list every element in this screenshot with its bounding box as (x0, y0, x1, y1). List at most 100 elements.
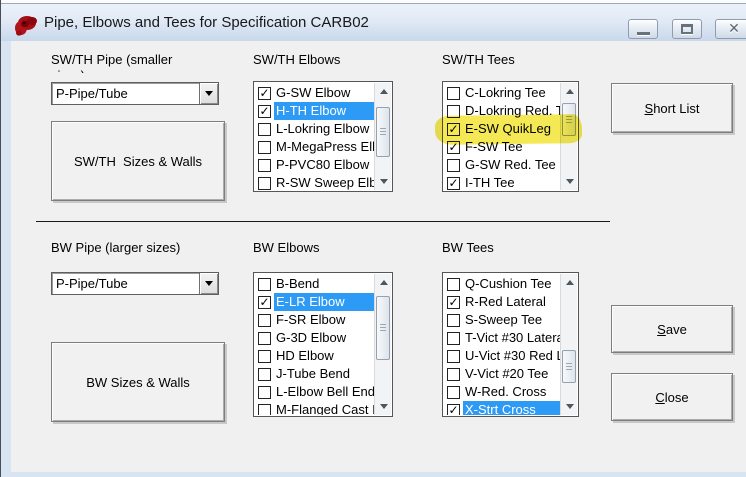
list-item[interactable]: Q-Cushion Tee (444, 275, 560, 293)
close-button[interactable]: ✕ (715, 19, 746, 39)
list-item[interactable]: ✓ H-TH Elbow (255, 102, 374, 120)
scroll-up-button[interactable] (375, 83, 392, 100)
list-item[interactable]: F-SR Elbow (255, 311, 374, 329)
chevron-down-icon (205, 281, 213, 286)
list-item[interactable]: ✓ X-Strt Cross (444, 401, 560, 415)
bw-elbows-listbox[interactable]: B-Bend ✓ E-LR Elbow F-SR Elbow G-3D Elbow HD … (253, 272, 393, 417)
checkbox-checked-icon[interactable]: ✓ (258, 295, 271, 309)
list-item[interactable]: ✓ I-TH Tee (444, 174, 560, 190)
list-item[interactable]: V-Vict #20 Tee (444, 365, 560, 383)
list-item[interactable]: G-3D Elbow (255, 329, 374, 347)
list-item-label: B-Bend (276, 276, 320, 291)
scrollbar-grip-icon (380, 324, 386, 332)
checkbox-unchecked-icon[interactable] (447, 367, 460, 381)
list-item[interactable]: ✓ G-SW Elbow (255, 84, 374, 102)
checkbox-unchecked-icon[interactable] (258, 140, 271, 154)
list-item[interactable]: P-PVC80 Elbow (255, 156, 374, 174)
scrollbar-grip-icon (566, 362, 572, 371)
sw-elbows-listbox[interactable]: ✓ G-SW Elbow ✓ H-TH Elbow L-Lokring Elbow M-M… (253, 81, 393, 192)
list-item[interactable]: U-Vict #30 Red L (444, 347, 560, 365)
scroll-up-button[interactable] (561, 274, 578, 291)
list-item[interactable]: ✓ E-LR Elbow (255, 293, 374, 311)
list-item[interactable]: S-Sweep Tee (444, 311, 560, 329)
checkbox-unchecked-icon[interactable] (447, 86, 460, 100)
save-button[interactable]: Save (611, 305, 733, 353)
bw-tees-label: BW Tees (442, 240, 494, 255)
list-item-label: J-Tube Bend (276, 366, 350, 381)
list-item[interactable]: T-Vict #30 Latera (444, 329, 560, 347)
list-item[interactable]: HD Elbow (255, 347, 374, 365)
checkbox-checked-icon[interactable]: ✓ (258, 86, 271, 100)
minimize-button[interactable] (628, 19, 658, 39)
scroll-down-button[interactable] (561, 173, 578, 190)
list-item-label: R-SW Sweep Elb (276, 175, 374, 190)
maximize-icon (681, 24, 693, 34)
sw-tees-label: SW/TH Tees (442, 52, 515, 67)
checkbox-unchecked-icon[interactable] (258, 367, 271, 381)
checkbox-unchecked-icon[interactable] (258, 158, 271, 172)
checkbox-unchecked-icon[interactable] (447, 158, 460, 172)
sw-pipe-combobox[interactable]: P-Pipe/Tube (51, 82, 219, 105)
bw-pipe-combo-dropdown-button[interactable] (199, 273, 218, 294)
checkbox-unchecked-icon[interactable] (258, 313, 271, 327)
close-action-button[interactable]: Close (611, 373, 733, 421)
checkbox-checked-icon[interactable]: ✓ (447, 176, 460, 190)
list-item[interactable]: G-SW Red. Tee (444, 156, 560, 174)
list-item[interactable]: M-Flanged Cast I (255, 401, 374, 415)
sw-pipe-combo-dropdown-button[interactable] (199, 83, 218, 104)
bw-pipe-combobox[interactable]: P-Pipe/Tube (51, 272, 219, 295)
checkbox-unchecked-icon[interactable] (447, 385, 460, 399)
list-item-label: Q-Cushion Tee (465, 276, 552, 291)
checkbox-unchecked-icon[interactable] (447, 313, 460, 327)
checkbox-unchecked-icon[interactable] (258, 331, 271, 345)
list-item-label: HD Elbow (276, 348, 334, 363)
scroll-down-icon (565, 404, 574, 409)
checkbox-unchecked-icon[interactable] (447, 277, 460, 291)
window-title: Pipe, Elbows and Tees for Specification … (44, 14, 369, 31)
checkbox-unchecked-icon[interactable] (258, 403, 271, 415)
chevron-down-icon (205, 91, 213, 96)
checkbox-checked-icon[interactable]: ✓ (447, 295, 460, 309)
scroll-up-icon (565, 89, 574, 94)
bw-elbows-scrollbar[interactable] (374, 274, 391, 415)
scroll-down-button[interactable] (561, 398, 578, 415)
list-item-label: E-LR Elbow (274, 293, 374, 311)
list-item[interactable]: L-Elbow Bell End (255, 383, 374, 401)
bw-tees-scrollbar[interactable] (560, 274, 577, 415)
sw-sizes-walls-button[interactable]: SW/TH Sizes & Walls (51, 121, 225, 201)
bw-tees-listbox[interactable]: Q-Cushion Tee ✓ R-Red Lateral S-Sweep Tee T-… (442, 272, 579, 417)
list-item-label: V-Vict #20 Tee (465, 366, 549, 381)
list-item[interactable]: L-Lokring Elbow (255, 120, 374, 138)
scroll-up-button[interactable] (375, 274, 392, 291)
checkbox-unchecked-icon[interactable] (447, 331, 460, 345)
checkbox-unchecked-icon[interactable] (258, 349, 271, 363)
checkbox-checked-icon[interactable]: ✓ (258, 104, 271, 118)
scroll-down-button[interactable] (375, 398, 392, 415)
list-item-label: T-Vict #30 Latera (465, 330, 560, 345)
list-item[interactable]: ✓ R-Red Lateral (444, 293, 560, 311)
list-item[interactable]: W-Red. Cross (444, 383, 560, 401)
checkbox-unchecked-icon[interactable] (258, 277, 271, 291)
checkbox-checked-icon[interactable]: ✓ (447, 403, 460, 415)
titlebar[interactable]: Pipe, Elbows and Tees for Specification … (0, 0, 746, 41)
list-item[interactable]: B-Bend (255, 275, 374, 293)
scrollbar-thumb[interactable] (376, 107, 390, 157)
checkbox-unchecked-icon[interactable] (258, 122, 271, 136)
scroll-up-icon (379, 280, 388, 285)
short-list-button[interactable]: Short List (611, 83, 733, 133)
scrollbar-thumb[interactable] (376, 296, 390, 360)
list-item[interactable]: C-Lokring Tee (444, 84, 560, 102)
list-item[interactable]: R-SW Sweep Elb (255, 174, 374, 190)
list-item[interactable]: M-MegaPress Elb (255, 138, 374, 156)
maximize-button[interactable] (672, 19, 702, 39)
list-item[interactable]: J-Tube Bend (255, 365, 374, 383)
scrollbar-thumb[interactable] (562, 350, 576, 383)
bw-sizes-walls-button[interactable]: BW Sizes & Walls (51, 342, 225, 422)
checkbox-unchecked-icon[interactable] (258, 385, 271, 399)
sw-elbows-scrollbar[interactable] (374, 83, 391, 190)
scroll-down-button[interactable] (375, 173, 392, 190)
close-icon: ✕ (728, 21, 740, 37)
checkbox-unchecked-icon[interactable] (258, 176, 271, 190)
checkbox-unchecked-icon[interactable] (447, 349, 460, 363)
scroll-up-button[interactable] (561, 83, 578, 100)
